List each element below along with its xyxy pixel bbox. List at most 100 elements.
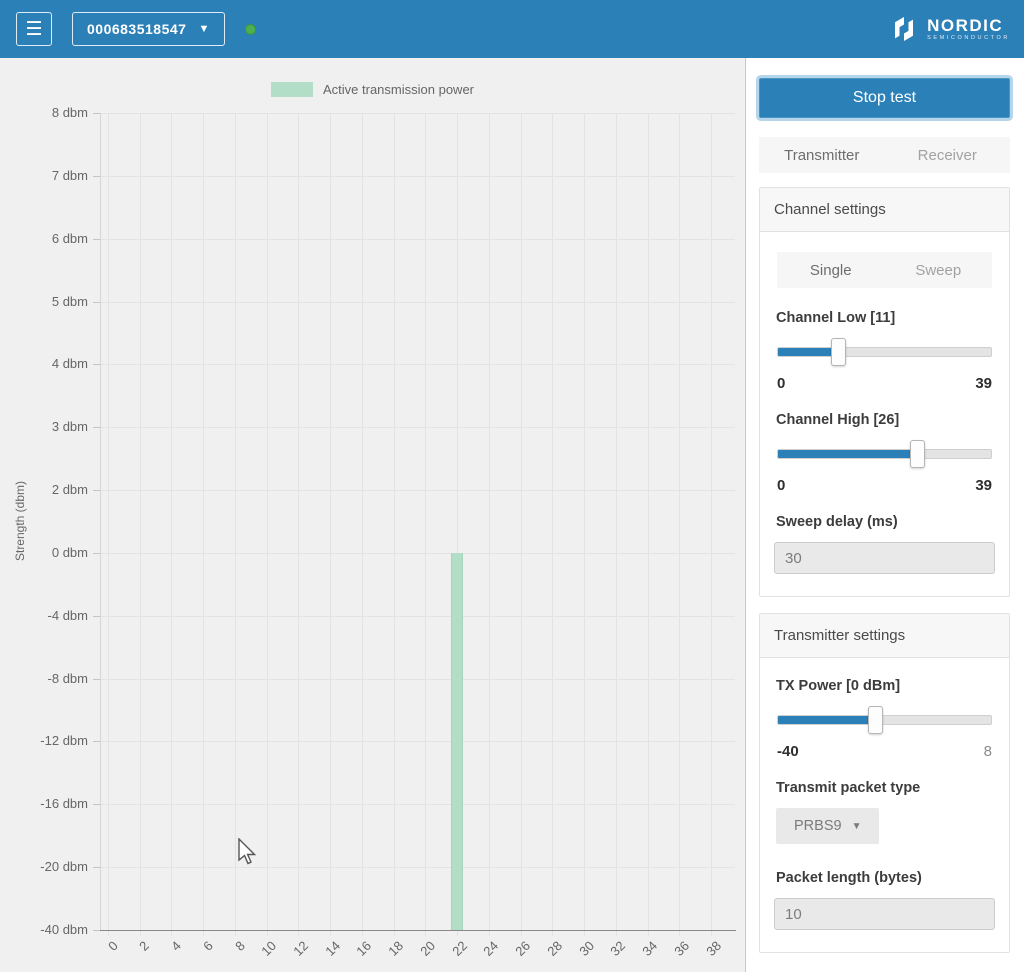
gridline-horizontal <box>100 302 735 303</box>
gridline-horizontal <box>100 679 735 680</box>
y-tick-label: 4 dbm <box>0 356 88 371</box>
gridline-vertical <box>711 113 712 936</box>
max-label: 39 <box>975 477 992 494</box>
channel-settings-title: Channel settings <box>760 188 1009 232</box>
tx-power-slider-handle[interactable] <box>868 706 883 734</box>
y-tick-label: 0 dbm <box>0 545 88 560</box>
chart-legend[interactable]: Active transmission power <box>0 82 745 97</box>
min-label: 0 <box>777 477 785 494</box>
packet-length-input[interactable] <box>774 898 995 930</box>
slider-track[interactable] <box>777 347 992 357</box>
tab-single[interactable]: Single <box>777 252 885 288</box>
device-id: 000683518547 <box>87 21 186 37</box>
mode-tab-bar: Transmitter Receiver <box>759 137 1010 173</box>
y-tick-label: -16 dbm <box>0 796 88 811</box>
y-tick-label: 7 dbm <box>0 168 88 183</box>
y-tick-mark <box>93 553 100 554</box>
legend-label: Active transmission power <box>323 82 474 97</box>
slider-track[interactable] <box>777 715 992 725</box>
y-tick-label: -20 dbm <box>0 859 88 874</box>
channel-high-slider[interactable] <box>777 440 992 468</box>
channel-high-slider-handle[interactable] <box>910 440 925 468</box>
gridline-horizontal <box>100 364 735 365</box>
y-axis-line <box>100 113 101 930</box>
tx-power-label: TX Power [0 dBm] <box>776 678 993 694</box>
tab-transmitter[interactable]: Transmitter <box>759 137 885 173</box>
x-axis-line <box>100 930 736 931</box>
transmission-chart: Active transmission power Strength (dbm)… <box>0 58 745 972</box>
gridline-horizontal <box>100 176 735 177</box>
connection-status-dot <box>245 24 256 35</box>
gridline-vertical <box>394 113 395 936</box>
sweep-delay-input[interactable] <box>774 542 995 574</box>
gridline-vertical <box>171 113 172 936</box>
gridline-vertical <box>489 113 490 936</box>
transmitter-settings-body: TX Power [0 dBm] -40 8 Transmit packet t… <box>760 658 1009 952</box>
app-window: ☰ 000683518547 ▼ NORDIC SEMICONDUCTOR Ac… <box>0 0 1024 972</box>
packet-type-dropdown[interactable]: PRBS9 ▼ <box>776 808 879 844</box>
y-tick-mark <box>93 679 100 680</box>
gridline-horizontal <box>100 616 735 617</box>
y-tick-label: -12 dbm <box>0 733 88 748</box>
mouse-cursor <box>238 838 260 868</box>
x-tick-text: 38 <box>703 938 724 959</box>
channel-high-range: 0 39 <box>777 477 992 494</box>
gridline-horizontal <box>100 741 735 742</box>
slider-fill <box>778 450 918 458</box>
y-tick-mark <box>93 616 100 617</box>
tab-receiver[interactable]: Receiver <box>885 137 1011 173</box>
stop-test-button[interactable]: Stop test <box>759 78 1010 118</box>
sweep-delay-label: Sweep delay (ms) <box>776 514 993 530</box>
menu-button[interactable]: ☰ <box>16 12 52 46</box>
min-label: -40 <box>777 743 799 760</box>
gridline-vertical <box>584 113 585 936</box>
hamburger-icon: ☰ <box>25 20 42 39</box>
packet-type-value: PRBS9 <box>794 818 842 834</box>
y-tick-label: 8 dbm <box>0 105 88 120</box>
tx-power-slider[interactable] <box>777 706 992 734</box>
slider-track[interactable] <box>777 449 992 459</box>
y-tick-mark <box>93 427 100 428</box>
channel-settings-body: Single Sweep Channel Low [11] 0 39 Chann… <box>760 232 1009 596</box>
gridline-vertical <box>108 113 109 936</box>
gridline-vertical <box>203 113 204 936</box>
y-tick-mark <box>93 490 100 491</box>
logo-subtext: SEMICONDUCTOR <box>927 36 1010 42</box>
gridline-horizontal <box>100 490 735 491</box>
y-tick-mark <box>93 176 100 177</box>
chevron-down-icon: ▼ <box>198 23 209 35</box>
packet-length-label: Packet length (bytes) <box>776 870 993 886</box>
y-tick-mark <box>93 364 100 365</box>
gridline-vertical <box>425 113 426 936</box>
chevron-down-icon: ▼ <box>852 821 862 832</box>
channel-low-range: 0 39 <box>777 375 992 392</box>
y-tick-label: -40 dbm <box>0 922 88 937</box>
tab-sweep[interactable]: Sweep <box>885 252 993 288</box>
y-tick-label: 6 dbm <box>0 231 88 246</box>
y-tick-label: -4 dbm <box>0 608 88 623</box>
gridline-horizontal <box>100 553 735 554</box>
channel-low-slider-handle[interactable] <box>831 338 846 366</box>
y-tick-label: 5 dbm <box>0 294 88 309</box>
gridline-vertical <box>648 113 649 936</box>
y-tick-label: 2 dbm <box>0 482 88 497</box>
channel-low-slider[interactable] <box>777 338 992 366</box>
gridline-horizontal <box>100 239 735 240</box>
channel-mode-tab-bar: Single Sweep <box>777 252 992 288</box>
legend-swatch <box>271 82 313 97</box>
gridline-vertical <box>267 113 268 936</box>
y-tick-mark <box>93 239 100 240</box>
y-tick-mark <box>93 804 100 805</box>
gridline-vertical <box>552 113 553 936</box>
settings-sidebar: Stop test Transmitter Receiver Channel s… <box>745 58 1024 972</box>
gridline-vertical <box>679 113 680 936</box>
channel-settings-card: Channel settings Single Sweep Channel Lo… <box>759 187 1010 597</box>
min-label: 0 <box>777 375 785 392</box>
packet-type-label: Transmit packet type <box>776 780 993 796</box>
y-tick-mark <box>93 113 100 114</box>
x-tick-label: 38 <box>613 937 713 955</box>
main-content: Active transmission power Strength (dbm)… <box>0 58 1024 972</box>
device-selector[interactable]: 000683518547 ▼ <box>72 12 225 46</box>
max-label: 39 <box>975 375 992 392</box>
gridline-vertical <box>521 113 522 936</box>
